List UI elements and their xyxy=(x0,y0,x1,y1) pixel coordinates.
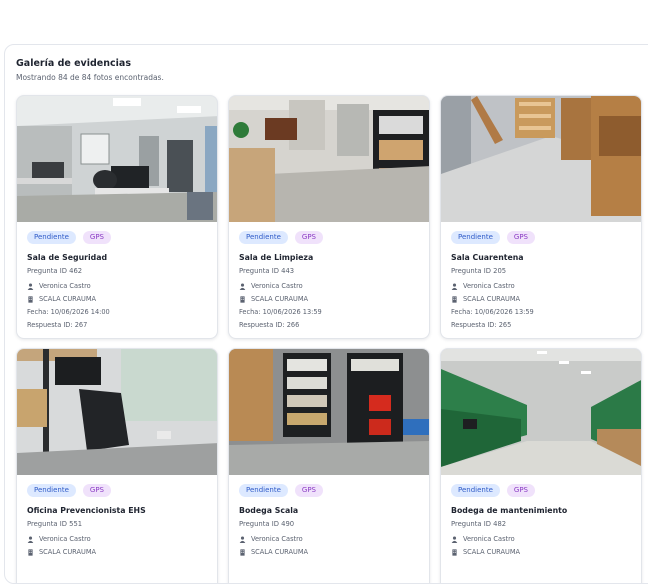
site-row: SCALA CURAUMA xyxy=(239,295,308,303)
site-name: SCALA CURAUMA xyxy=(251,548,309,556)
photo-date: Fecha: 10/06/2026 14:00 xyxy=(27,308,110,316)
question-id: Pregunta ID 482 xyxy=(451,520,507,528)
card-title: Bodega Scala xyxy=(239,506,299,515)
evidence-photo[interactable] xyxy=(441,349,641,475)
user-row: Veronica Castro xyxy=(451,535,515,543)
building-icon xyxy=(240,295,245,303)
gps-badge: GPS xyxy=(506,484,535,497)
gps-badge: GPS xyxy=(294,231,323,244)
site-name: SCALA CURAUMA xyxy=(251,295,309,303)
evidence-photo[interactable] xyxy=(229,349,429,475)
response-id: Respuesta ID: 265 xyxy=(451,321,512,329)
user-row: Veronica Castro xyxy=(451,282,515,290)
user-name: Veronica Castro xyxy=(251,282,303,290)
badge-group: Pendiente GPS xyxy=(239,231,323,244)
date-row: Fecha: 10/06/2026 14:00 xyxy=(27,308,110,316)
user-row: Veronica Castro xyxy=(27,535,91,543)
photo-card[interactable]: Pendiente GPS Bodega Scala Pregunta ID 4… xyxy=(228,348,430,583)
question-id: Pregunta ID 490 xyxy=(239,520,295,528)
gallery-title: Galería de evidencias xyxy=(16,58,131,69)
response-row: Respuesta ID: 267 xyxy=(27,321,87,329)
user-row: Veronica Castro xyxy=(239,535,303,543)
gps-badge: GPS xyxy=(506,231,535,244)
date-row: Fecha: 10/06/2026 13:59 xyxy=(451,308,534,316)
badge-group: Pendiente GPS xyxy=(451,231,535,244)
user-name: Veronica Castro xyxy=(39,282,91,290)
site-row: SCALA CURAUMA xyxy=(27,548,96,556)
user-icon xyxy=(451,536,458,543)
gallery-subtitle: Mostrando 84 de 84 fotos encontradas. xyxy=(16,73,164,82)
user-icon xyxy=(27,283,34,290)
card-title: Sala de Seguridad xyxy=(27,253,108,262)
site-row: SCALA CURAUMA xyxy=(451,295,520,303)
site-name: SCALA CURAUMA xyxy=(39,295,97,303)
photo-card[interactable]: Pendiente GPS Sala de Limpieza Pregunta … xyxy=(228,95,430,339)
user-name: Veronica Castro xyxy=(251,535,303,543)
response-id: Respuesta ID: 266 xyxy=(239,321,300,329)
status-badge: Pendiente xyxy=(451,231,500,244)
building-icon xyxy=(452,548,457,556)
photo-date: Fecha: 10/06/2026 13:59 xyxy=(451,308,534,316)
badge-group: Pendiente GPS xyxy=(27,484,111,497)
card-title: Sala de Limpieza xyxy=(239,253,314,262)
photo-card[interactable]: Pendiente GPS Sala Cuarentena Pregunta I… xyxy=(440,95,642,339)
site-row: SCALA CURAUMA xyxy=(239,548,308,556)
question-id: Pregunta ID 443 xyxy=(239,267,295,275)
photo-card[interactable]: Pendiente GPS Oficina Prevencionista EHS… xyxy=(16,348,218,583)
evidence-photo[interactable] xyxy=(441,96,641,222)
badge-group: Pendiente GPS xyxy=(27,231,111,244)
card-title: Oficina Prevencionista EHS xyxy=(27,506,146,515)
question-id: Pregunta ID 462 xyxy=(27,267,83,275)
status-badge: Pendiente xyxy=(239,231,288,244)
question-id: Pregunta ID 551 xyxy=(27,520,83,528)
status-badge: Pendiente xyxy=(27,484,76,497)
site-row: SCALA CURAUMA xyxy=(27,295,96,303)
card-title: Bodega de mantenimiento xyxy=(451,506,568,515)
building-icon xyxy=(452,295,457,303)
photo-card[interactable]: Pendiente GPS Sala de Seguridad Pregunta… xyxy=(16,95,218,339)
gps-badge: GPS xyxy=(82,231,111,244)
user-name: Veronica Castro xyxy=(463,282,515,290)
date-row: Fecha: 10/06/2026 13:59 xyxy=(239,308,322,316)
response-row: Respuesta ID: 266 xyxy=(239,321,299,329)
site-row: SCALA CURAUMA xyxy=(451,548,520,556)
user-icon xyxy=(451,283,458,290)
badge-group: Pendiente GPS xyxy=(451,484,535,497)
building-icon xyxy=(28,548,33,556)
user-name: Veronica Castro xyxy=(39,535,91,543)
gps-badge: GPS xyxy=(294,484,323,497)
badge-group: Pendiente GPS xyxy=(239,484,323,497)
user-icon xyxy=(239,536,246,543)
photo-date: Fecha: 10/06/2026 13:59 xyxy=(239,308,322,316)
evidence-photo[interactable] xyxy=(17,96,217,222)
response-id: Respuesta ID: 267 xyxy=(27,321,88,329)
user-row: Veronica Castro xyxy=(27,282,91,290)
status-badge: Pendiente xyxy=(451,484,500,497)
card-title: Sala Cuarentena xyxy=(451,253,524,262)
response-row: Respuesta ID: 265 xyxy=(451,321,511,329)
building-icon xyxy=(28,295,33,303)
building-icon xyxy=(240,548,245,556)
site-name: SCALA CURAUMA xyxy=(463,548,521,556)
gps-badge: GPS xyxy=(82,484,111,497)
user-icon xyxy=(239,283,246,290)
user-name: Veronica Castro xyxy=(463,535,515,543)
user-icon xyxy=(27,536,34,543)
question-id: Pregunta ID 205 xyxy=(451,267,507,275)
evidence-photo[interactable] xyxy=(17,349,217,475)
gallery-panel: Galería de evidencias Mostrando 84 de 84… xyxy=(4,44,648,584)
status-badge: Pendiente xyxy=(239,484,288,497)
status-badge: Pendiente xyxy=(27,231,76,244)
site-name: SCALA CURAUMA xyxy=(463,295,521,303)
evidence-photo[interactable] xyxy=(229,96,429,222)
user-row: Veronica Castro xyxy=(239,282,303,290)
site-name: SCALA CURAUMA xyxy=(39,548,97,556)
photo-card[interactable]: Pendiente GPS Bodega de mantenimiento Pr… xyxy=(440,348,642,583)
